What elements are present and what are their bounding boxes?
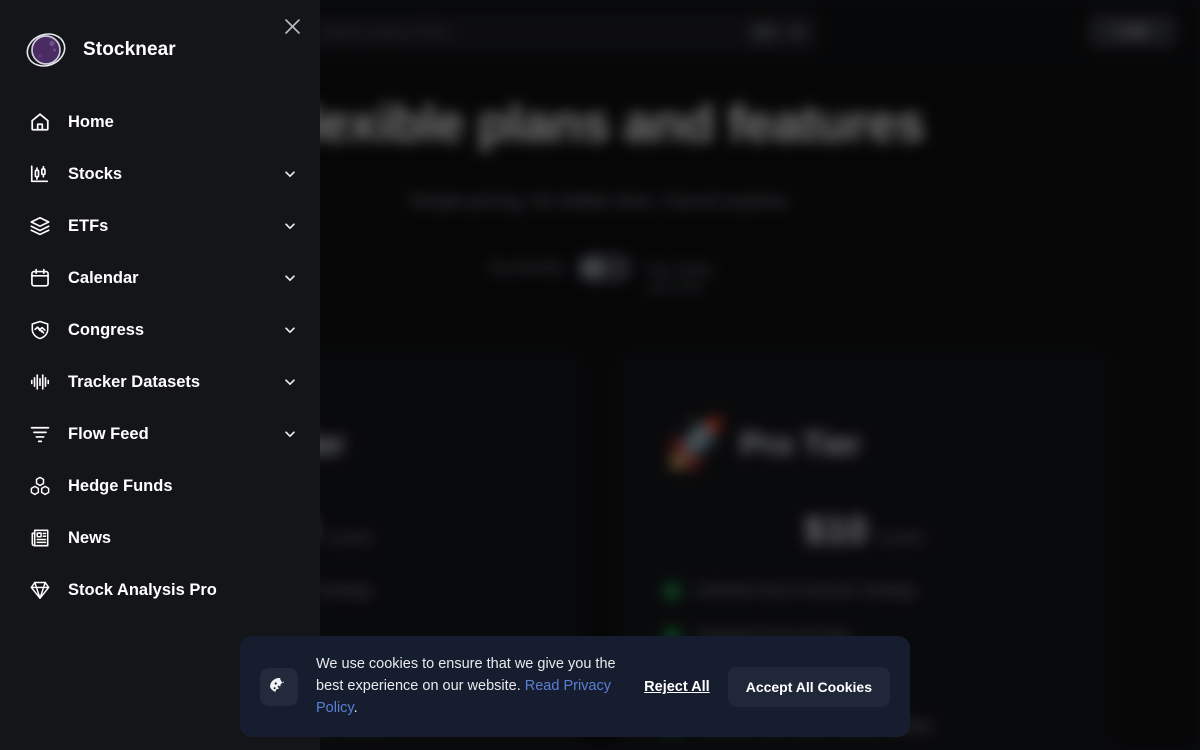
pricing-card-title: Pro Tier	[740, 425, 861, 462]
toggle-yearly-label-group: Pay Yearly save 20%	[646, 254, 712, 298]
cubes-icon	[26, 472, 54, 500]
reject-all-button[interactable]: Reject All	[642, 673, 712, 701]
rocket-icon: 🚀	[664, 416, 727, 472]
chevron-down-icon[interactable]	[282, 270, 298, 286]
sidebar-item-label: Home	[68, 112, 114, 131]
check-icon	[664, 583, 680, 599]
pricing-card-period: /month	[326, 530, 373, 547]
cookie-consent-banner: We use cookies to ensure that we give yo…	[240, 636, 910, 738]
sidebar-item-etfs[interactable]: ETFs	[0, 200, 320, 252]
sidebar-item-calendar[interactable]: Calendar	[0, 252, 320, 304]
sidebar-item-label: Calendar	[68, 268, 139, 287]
sidebar-item-label: News	[68, 528, 112, 547]
sidebar-item-congress[interactable]: Congress	[0, 304, 320, 356]
layers-icon	[26, 212, 54, 240]
chevron-down-icon[interactable]	[282, 218, 298, 234]
calendar-icon	[26, 264, 54, 292]
pricing-card-price: $10	[804, 510, 868, 552]
kbd-k: K	[786, 22, 808, 42]
brand-name: Stocknear	[83, 39, 176, 60]
login-button[interactable]: Login	[1088, 14, 1176, 47]
sidebar-item-stocks[interactable]: Stocks	[0, 148, 320, 200]
toggle-monthly-label: Pay Monthly	[487, 258, 565, 275]
billing-period-switch[interactable]	[578, 253, 633, 282]
feature-label: Unlimited Stock Screener Strategy	[694, 583, 916, 599]
sidebar-item-flow-feed[interactable]: Flow Feed	[0, 408, 320, 460]
pricing-card-price-row: $10 /month	[664, 510, 1066, 553]
sidebar-item-label: Stocks	[68, 164, 123, 183]
sidebar-item-stock-analysis-pro[interactable]: Stock Analysis Pro	[0, 564, 320, 616]
waveform-icon	[26, 368, 54, 396]
sidebar-item-label: Congress	[68, 320, 145, 339]
close-icon[interactable]	[278, 12, 306, 40]
chevron-down-icon[interactable]	[282, 374, 298, 390]
sidebar-item-label: Flow Feed	[68, 424, 149, 443]
sidebar-item-news[interactable]: News	[0, 512, 320, 564]
candlestick-icon	[26, 160, 54, 188]
feature-item: Unlimited Stock Screener Strategy	[664, 583, 1066, 599]
pricing-card-period: /month	[877, 530, 924, 547]
brand-header[interactable]: Stocknear	[0, 0, 320, 74]
pricing-card-header: 🚀 Pro Tier	[664, 396, 1066, 492]
home-icon	[26, 108, 54, 136]
toggle-yearly-label: Pay Yearly	[646, 260, 713, 277]
sidebar-item-label: ETFs	[68, 216, 109, 235]
cookie-message: We use cookies to ensure that we give yo…	[316, 654, 624, 719]
handshake-icon	[26, 316, 54, 344]
chevron-down-icon[interactable]	[282, 426, 298, 442]
newspaper-icon	[26, 524, 54, 552]
sidebar-item-label: Stock Analysis Pro	[68, 580, 217, 599]
cookie-actions: Reject All Accept All Cookies	[642, 666, 890, 707]
cookie-icon	[260, 667, 298, 706]
sidebar-item-label: Tracker Datasets	[68, 372, 201, 391]
kbd-ctrl: Ctrl	[747, 22, 781, 42]
cookie-message-period: .	[353, 699, 358, 716]
search-bar[interactable]: Search stocks, ETFs... Ctrl K	[310, 12, 820, 52]
accept-all-cookies-button[interactable]: Accept All Cookies	[727, 666, 890, 707]
chevron-down-icon[interactable]	[282, 166, 298, 182]
search-shortcut-badges: Ctrl K	[747, 22, 808, 42]
chevron-down-icon[interactable]	[282, 322, 298, 338]
app-root: Search stocks, ETFs... Ctrl K Login Flex…	[0, 0, 1200, 750]
toggle-yearly-discount: save 20%	[646, 280, 704, 296]
filter-lines-icon	[26, 420, 54, 448]
search-placeholder-text: Search stocks, ETFs...	[322, 24, 458, 40]
sidebar-item-hedge-funds[interactable]: Hedge Funds	[0, 460, 320, 512]
diamond-icon	[26, 576, 54, 604]
planet-logo	[26, 33, 66, 67]
sidebar-item-home[interactable]: Home	[0, 96, 320, 148]
sidebar-item-label: Hedge Funds	[68, 476, 173, 495]
sidebar-item-tracker-datasets[interactable]: Tracker Datasets	[0, 356, 320, 408]
sidebar-nav: Home Stocks ETFs Calendar Congress Track…	[0, 96, 320, 616]
